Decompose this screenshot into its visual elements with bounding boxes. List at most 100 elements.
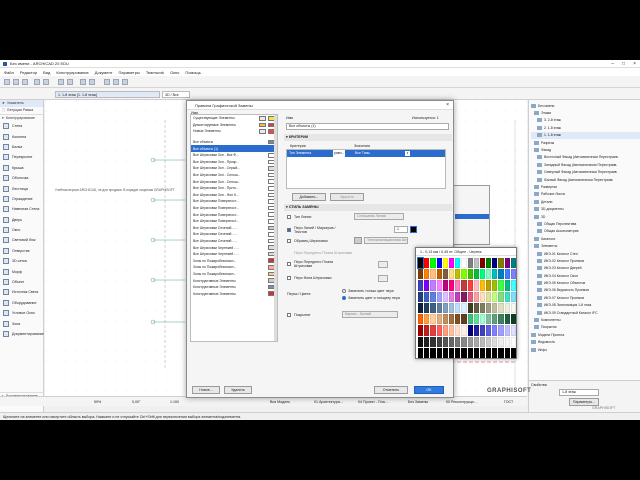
pen-color-cell[interactable] [416, 256, 425, 270]
tool-item[interactable]: Оболочка [0, 173, 43, 183]
navigator-item[interactable]: Рабочие Листы [531, 191, 640, 198]
maximize-icon[interactable]: □ [622, 61, 625, 67]
navigator-item[interactable]: ИКЭ-04 Каталог Окон [531, 272, 640, 279]
pen-color-cell[interactable] [479, 336, 486, 347]
pen-color-cell[interactable] [448, 302, 455, 314]
dialog-close-icon[interactable]: × [446, 101, 449, 110]
open-file-icon[interactable] [13, 79, 19, 85]
navigator-item[interactable]: ИКЭ-02 Каталог Проемов [531, 257, 640, 264]
pen-color-cell[interactable] [455, 325, 461, 336]
pen-color-cell[interactable] [461, 302, 467, 314]
pen-color-cell[interactable] [448, 325, 455, 336]
tool-item[interactable]: Крыша [0, 163, 43, 173]
pen-color-cell[interactable] [510, 325, 516, 336]
rule-row[interactable]: Все объекты [191, 139, 277, 146]
pen-color-cell[interactable] [486, 336, 492, 347]
criteria-row-value[interactable]: Все Типы [355, 150, 370, 157]
pen-color-cell[interactable] [467, 258, 473, 269]
pen-color-cell[interactable] [424, 258, 430, 269]
pen-color-cell[interactable] [461, 280, 467, 291]
pen-color-cell[interactable] [461, 347, 467, 358]
rule-row[interactable]: Зоны по Пожаробезопасн... [191, 271, 277, 278]
pen-color-cell[interactable] [479, 280, 486, 291]
rule-row[interactable]: Все Штриховки Поверхност... [191, 205, 277, 212]
pen-color-cell[interactable] [461, 336, 467, 347]
tab-floor-plan[interactable]: 1. 1-й этаж [1. 1-й этаж] [55, 91, 160, 98]
navigator-item[interactable]: Общая Перспектива [531, 220, 640, 227]
pen-color-cell[interactable] [455, 302, 461, 314]
pen-color-cell[interactable] [473, 314, 479, 325]
pen-color-cell[interactable] [455, 336, 461, 347]
pen-color-cell[interactable] [479, 347, 486, 358]
pen-color-cell[interactable] [430, 347, 436, 358]
pen-color-cell[interactable] [486, 280, 492, 291]
pen-color-cell[interactable] [492, 336, 498, 347]
pen-color-cell[interactable] [442, 258, 448, 269]
bg-pen-input[interactable] [378, 275, 388, 282]
pen-color-cell[interactable] [467, 347, 473, 358]
navigator-item[interactable]: Детали [531, 198, 640, 205]
pen-color-cell[interactable] [504, 314, 510, 325]
angle-value[interactable]: 0,00° [132, 400, 140, 404]
line-type-select[interactable]: Сплошная Линия [354, 213, 404, 220]
navigator-item[interactable]: 3. 2-й этаж [531, 117, 640, 124]
pen-color-cell[interactable] [424, 336, 430, 347]
navigator-item[interactable]: ИКЭ-09 Стандартный Каталог IFC [531, 309, 640, 316]
pen-color-cell[interactable] [504, 302, 510, 314]
navigator-item[interactable]: Развертки [531, 183, 640, 190]
pen-color-cell[interactable] [492, 347, 498, 358]
pen-color-cell[interactable] [467, 280, 473, 291]
hatch-pattern-icon[interactable] [354, 237, 362, 244]
navigator-item[interactable]: ИКЭ-06 Ведомость Проемов [531, 287, 640, 294]
pen-color-cell[interactable] [436, 336, 442, 347]
tool-item[interactable]: Дверь [0, 215, 43, 225]
pen-color-cell[interactable] [442, 347, 448, 358]
pen-color-cell[interactable] [418, 302, 424, 314]
menu-item-1[interactable]: Редактор [20, 70, 37, 75]
tool-item[interactable]: Отверстие [0, 246, 43, 256]
rule-row[interactable]: Демонтируемые Элементы [191, 122, 277, 129]
cancel-button[interactable]: Отменить [374, 386, 408, 394]
tool-item[interactable]: Угловое Окно [0, 308, 43, 318]
rule-row[interactable]: Все Штриховки Зон - Сплош... [191, 178, 277, 185]
rule-row[interactable]: Все Штриховки Сечений - ... [191, 225, 277, 232]
rule-row[interactable]: Зоны по Пожаробезопасн... [191, 264, 277, 271]
override-value[interactable]: Без Замены [408, 400, 428, 404]
pen-color-cell[interactable] [473, 280, 479, 291]
rule-row[interactable]: Все Штриховки Зон - Прозр... [191, 159, 277, 166]
pen-color-cell[interactable] [473, 336, 479, 347]
hatch-checkbox[interactable] [287, 239, 291, 243]
rules-scrollbar[interactable] [274, 115, 277, 341]
menu-item-7[interactable]: Окно [170, 70, 179, 75]
pen-color-cell[interactable] [430, 291, 436, 302]
pen-color-cell[interactable] [461, 269, 467, 280]
3d-view-icon[interactable] [104, 79, 110, 85]
menu-item-8[interactable]: Помощь [185, 70, 200, 75]
pen-color-cell[interactable] [492, 269, 498, 280]
pen-color-cell[interactable] [498, 280, 504, 291]
criteria-row-operator[interactable]: равн... [333, 150, 346, 157]
pen-color-cell[interactable] [442, 336, 448, 347]
pen-color-cell[interactable] [448, 269, 455, 280]
pen-color-cell[interactable] [473, 302, 479, 314]
pen-color-cell[interactable] [448, 314, 455, 325]
tool-item[interactable]: Морф [0, 266, 43, 276]
pen-color-cell[interactable] [455, 314, 461, 325]
minimize-icon[interactable]: – [611, 61, 614, 67]
rule-row[interactable]: Существующие Элементы [191, 115, 277, 122]
pen-color-cell[interactable] [442, 314, 448, 325]
tool-item[interactable]: Перекрытие [0, 152, 43, 162]
scale-value[interactable]: 1:100 [170, 400, 179, 404]
pen-color-cell[interactable] [479, 302, 486, 314]
menu-item-4[interactable]: Документ [95, 70, 113, 75]
navigator-item[interactable]: Каталоги [531, 235, 640, 242]
pen-color-cell[interactable] [467, 291, 473, 302]
section-icon[interactable] [113, 79, 119, 85]
pen-color-cell[interactable] [436, 347, 442, 358]
pen-color-cell[interactable] [442, 280, 448, 291]
tool-item[interactable]: Объект [0, 277, 43, 287]
tool-item[interactable]: Лестница [0, 183, 43, 193]
pen-color-cell[interactable] [492, 280, 498, 291]
pen-color-cell[interactable] [424, 325, 430, 336]
properties-value[interactable]: 1-й этаж [559, 389, 599, 396]
